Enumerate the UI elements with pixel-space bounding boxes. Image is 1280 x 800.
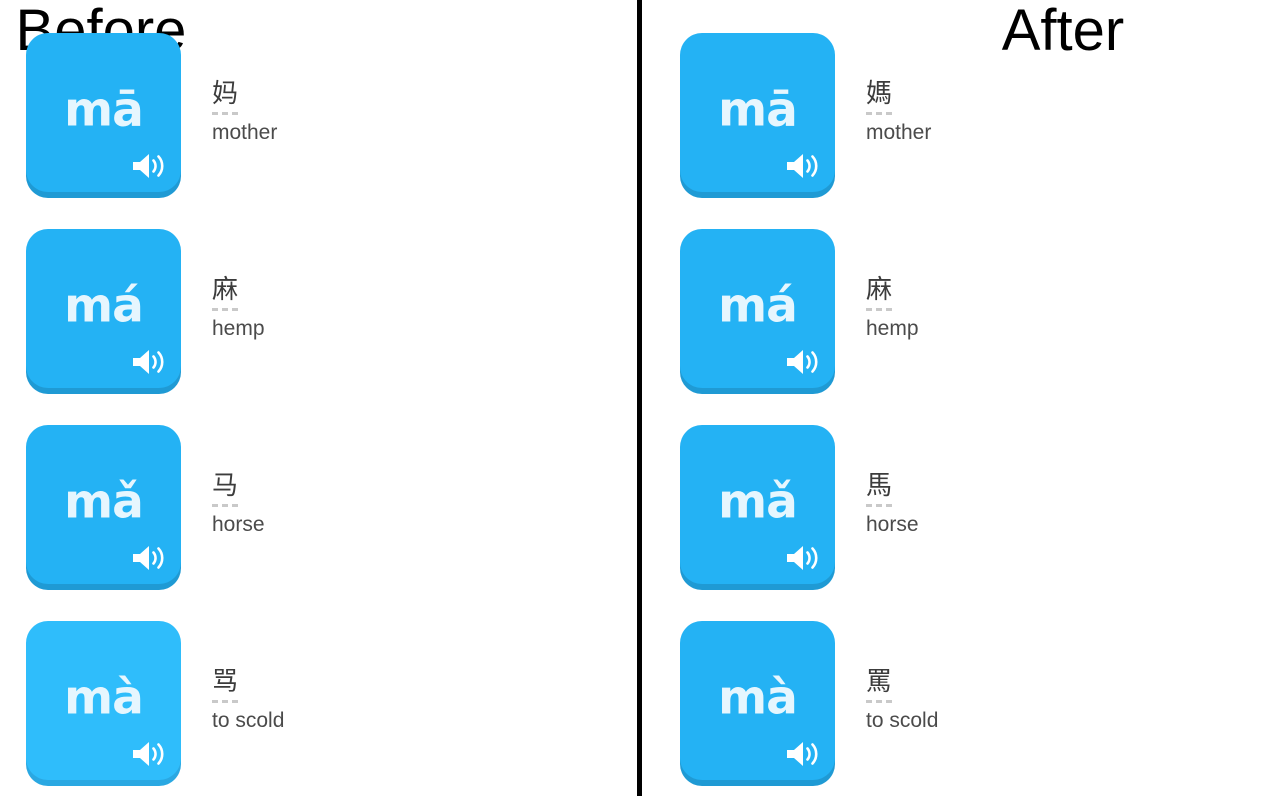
speaker-icon[interactable] [784,347,822,377]
speaker-icon[interactable] [130,151,168,181]
hanzi-character: 妈 [212,79,239,110]
meaning-label: to scold [866,708,939,732]
comparison-stage: Before mā 妈 mother má 麻 hemp mǎ 马 horse … [0,0,1280,800]
card-pinyin-label: má [64,278,144,334]
after-panel: After mā 媽 mother má 麻 hemp mǎ 馬 horse m… [640,0,1280,800]
meaning-label: horse [866,512,919,536]
pinyin-card-ma4-traditional[interactable]: mà [680,620,835,780]
pinyin-card-ma2-traditional[interactable]: má [680,228,835,388]
hanzi-character: 媽 [866,79,893,110]
card-gloss: 罵 to scold [866,667,939,732]
pinyin-card-ma3-traditional[interactable]: mǎ [680,424,835,584]
list-item: má 麻 hemp [26,210,284,406]
pinyin-card-ma1-simplified[interactable]: mā [26,32,181,192]
card-pinyin-label: mǎ [64,474,144,530]
meaning-label: hemp [866,316,919,340]
hanzi-character: 麻 [866,275,893,306]
list-item: mà 骂 to scold [26,602,284,798]
hanzi-dashed-underline [212,503,238,507]
card-gloss: 馬 horse [866,471,919,536]
meaning-label: horse [212,512,265,536]
hanzi-character: 罵 [866,667,893,698]
card-pinyin-label: mā [718,82,798,138]
after-card-list: mā 媽 mother má 麻 hemp mǎ 馬 horse mà 罵 to… [640,0,938,798]
hanzi-dashed-underline [212,111,238,115]
card-gloss: 麻 hemp [212,275,265,340]
card-gloss: 骂 to scold [212,667,285,732]
hanzi-dashed-underline [212,699,238,703]
card-gloss: 妈 mother [212,79,278,144]
hanzi-character: 麻 [212,275,239,306]
hanzi-dashed-underline [866,503,892,507]
pinyin-card-ma3-simplified[interactable]: mǎ [26,424,181,584]
speaker-icon[interactable] [784,151,822,181]
speaker-icon[interactable] [784,739,822,769]
speaker-icon[interactable] [130,347,168,377]
card-gloss: 马 horse [212,471,265,536]
hanzi-dashed-underline [866,307,892,311]
meaning-label: hemp [212,316,265,340]
before-panel: Before mā 妈 mother má 麻 hemp mǎ 马 horse … [0,0,640,800]
pinyin-card-ma1-traditional[interactable]: mā [680,32,835,192]
hanzi-dashed-underline [866,111,892,115]
card-pinyin-label: mà [64,670,144,726]
meaning-label: mother [212,120,278,144]
speaker-icon[interactable] [130,543,168,573]
before-card-list: mā 妈 mother má 麻 hemp mǎ 马 horse mà 骂 to… [0,0,284,798]
hanzi-character: 骂 [212,667,239,698]
card-pinyin-label: má [718,278,798,334]
hanzi-character: 馬 [866,471,893,502]
list-item: mǎ 马 horse [26,406,284,602]
meaning-label: to scold [212,708,285,732]
pinyin-card-ma4-simplified[interactable]: mà [26,620,181,780]
hanzi-character: 马 [212,471,239,502]
card-pinyin-label: mā [64,82,144,138]
speaker-icon[interactable] [784,543,822,573]
pinyin-card-ma2-simplified[interactable]: má [26,228,181,388]
list-item: mā 媽 mother [680,14,938,210]
list-item: mà 罵 to scold [680,602,938,798]
hanzi-dashed-underline [212,307,238,311]
meaning-label: mother [866,120,932,144]
card-gloss: 麻 hemp [866,275,919,340]
list-item: mǎ 馬 horse [680,406,938,602]
card-pinyin-label: mǎ [718,474,798,530]
hanzi-dashed-underline [866,699,892,703]
card-gloss: 媽 mother [866,79,932,144]
list-item: má 麻 hemp [680,210,938,406]
speaker-icon[interactable] [130,739,168,769]
card-pinyin-label: mà [718,670,798,726]
list-item: mā 妈 mother [26,14,284,210]
panel-divider [637,0,642,796]
